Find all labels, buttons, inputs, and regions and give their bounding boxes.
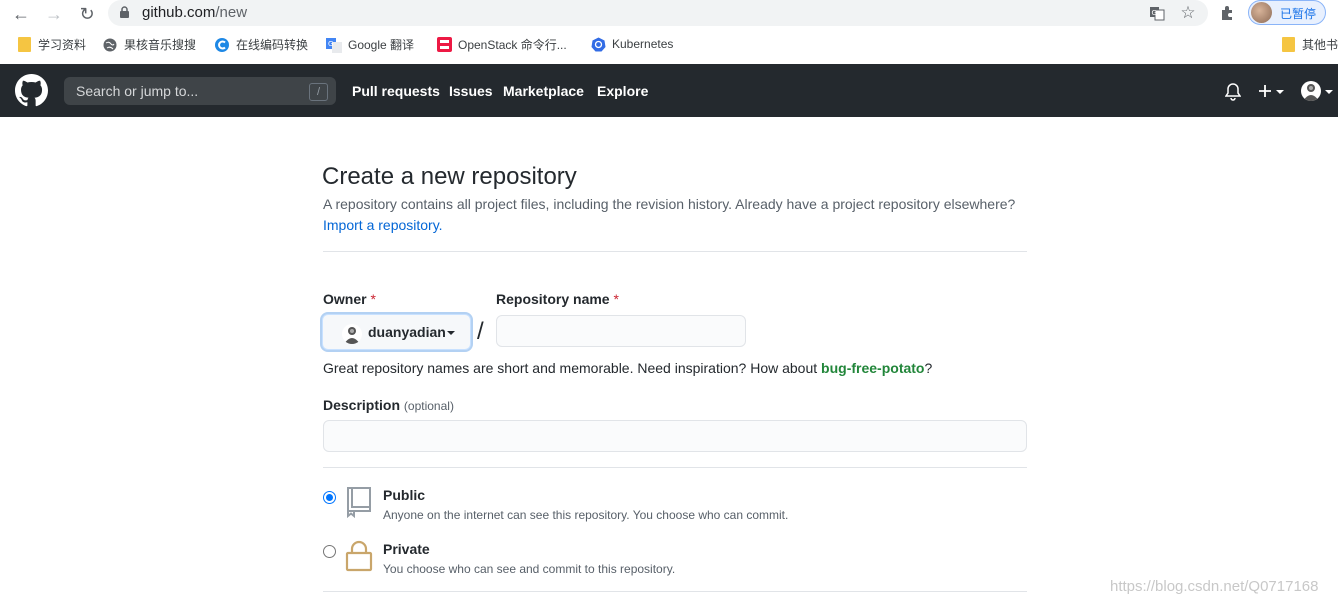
owner-label-text: Owner bbox=[323, 291, 367, 307]
owner-label: Owner * bbox=[323, 291, 376, 307]
hint-text: Great repository names are short and mem… bbox=[323, 360, 822, 376]
required-mark: * bbox=[370, 291, 376, 307]
github-octocat-logo-icon[interactable] bbox=[15, 74, 48, 107]
public-description: Anyone on the internet can see this repo… bbox=[383, 508, 789, 522]
url-host: github.com bbox=[142, 4, 216, 21]
google-translate-icon: G bbox=[326, 37, 342, 53]
profile-avatar bbox=[1251, 2, 1272, 23]
import-repository-link[interactable]: Import a repository. bbox=[323, 217, 443, 233]
bookmark-label: 果核音乐搜搜 bbox=[124, 38, 197, 52]
other-bookmarks[interactable]: 其他书 bbox=[1280, 36, 1338, 53]
chevron-down-icon bbox=[447, 331, 455, 335]
repository-name-input[interactable] bbox=[496, 315, 746, 347]
lock-icon bbox=[345, 540, 373, 572]
github-header: Search or jump to... / Pull requests Iss… bbox=[0, 64, 1338, 117]
divider bbox=[323, 467, 1027, 468]
divider bbox=[323, 591, 1027, 592]
bookmark-item[interactable]: OpenStack 命令行... bbox=[436, 36, 567, 53]
owner-select-button[interactable]: duanyadian bbox=[322, 314, 471, 350]
folder-icon bbox=[16, 37, 32, 53]
nav-pull-requests[interactable]: Pull requests bbox=[352, 83, 440, 99]
repo-book-icon bbox=[347, 487, 371, 518]
bookmark-star-icon[interactable]: ☆ bbox=[1179, 3, 1197, 22]
owner-repo-separator: / bbox=[477, 318, 484, 345]
description-input[interactable] bbox=[323, 420, 1027, 452]
chevron-down-icon bbox=[1276, 90, 1284, 94]
kubernetes-icon bbox=[590, 36, 606, 52]
globe-icon bbox=[102, 37, 118, 53]
bookmark-label: 在线编码转换 bbox=[236, 38, 309, 52]
description-label-text: Description bbox=[323, 397, 401, 413]
hint-suffix: ? bbox=[924, 360, 933, 376]
chevron-down-icon bbox=[1325, 90, 1333, 94]
bookmark-label: 学习资料 bbox=[38, 38, 87, 52]
public-radio[interactable] bbox=[323, 491, 336, 504]
user-avatar[interactable] bbox=[1301, 81, 1321, 101]
profile-status-label: 已暂停 bbox=[1280, 7, 1317, 21]
bookmark-item[interactable]: 果核音乐搜搜 bbox=[102, 36, 196, 53]
nav-marketplace[interactable]: Marketplace bbox=[503, 83, 584, 99]
url-text: github.com/new bbox=[142, 4, 247, 21]
repo-name-label: Repository name * bbox=[496, 291, 619, 307]
description-label: Description (optional) bbox=[323, 397, 454, 413]
extensions-puzzle-icon[interactable] bbox=[1219, 4, 1237, 22]
public-title: Public bbox=[383, 487, 426, 503]
lock-icon bbox=[120, 6, 129, 18]
bookmark-item[interactable]: 学习资料 bbox=[16, 36, 86, 53]
bookmark-label: OpenStack 命令行... bbox=[458, 38, 567, 52]
private-description: You choose who can see and commit to thi… bbox=[383, 562, 676, 576]
openstack-icon bbox=[436, 37, 452, 53]
translate-icon[interactable]: G bbox=[1148, 4, 1166, 22]
folder-icon bbox=[1280, 37, 1296, 53]
nav-explore[interactable]: Explore bbox=[597, 83, 648, 99]
browser-toolbar: ← → ↻ github.com/new G ☆ 已暂停 bbox=[0, 0, 1338, 27]
page-subtitle: A repository contains all project files,… bbox=[323, 196, 1016, 212]
optional-tag: (optional) bbox=[403, 399, 454, 413]
svg-text:G: G bbox=[328, 40, 333, 48]
repo-name-label-text: Repository name bbox=[496, 291, 610, 307]
bookmark-item[interactable]: G Google 翻译 bbox=[326, 36, 414, 53]
page-title: Create a new repository bbox=[322, 163, 577, 190]
bookmark-item[interactable]: 在线编码转换 bbox=[214, 36, 308, 53]
owner-avatar bbox=[342, 324, 362, 344]
create-new-plus-icon[interactable] bbox=[1258, 84, 1272, 98]
private-radio[interactable] bbox=[323, 545, 336, 558]
bookmark-label: Kubernetes bbox=[612, 37, 674, 51]
search-shortcut-key: / bbox=[309, 83, 328, 101]
search-placeholder: Search or jump to... bbox=[76, 83, 199, 99]
nav-issues[interactable]: Issues bbox=[449, 83, 493, 99]
bookmarks-bar: 学习资料 果核音乐搜搜 在线编码转换 G Google 翻译 OpenStack… bbox=[0, 32, 1338, 86]
global-search-input[interactable]: Search or jump to... / bbox=[64, 77, 336, 105]
name-suggestion[interactable]: bug-free-potato bbox=[821, 360, 924, 376]
back-arrow-icon[interactable]: ← bbox=[10, 3, 32, 25]
svg-text:G: G bbox=[1152, 9, 1157, 17]
url-path: /new bbox=[215, 4, 248, 21]
bookmark-label: Google 翻译 bbox=[348, 38, 415, 52]
other-bookmarks-label: 其他书 bbox=[1302, 38, 1338, 52]
reload-icon[interactable]: ↻ bbox=[76, 3, 98, 25]
profile-button[interactable]: 已暂停 bbox=[1248, 0, 1326, 25]
divider bbox=[323, 251, 1027, 252]
repo-name-hint: Great repository names are short and mem… bbox=[323, 360, 932, 376]
required-mark: * bbox=[613, 291, 619, 307]
watermark: https://blog.csdn.net/Q0717168 bbox=[1110, 578, 1319, 595]
notifications-bell-icon[interactable] bbox=[1225, 83, 1241, 101]
address-bar[interactable]: github.com/new G ☆ bbox=[108, 0, 1208, 26]
private-title: Private bbox=[383, 541, 430, 557]
owner-name: duanyadian bbox=[368, 324, 446, 340]
forward-arrow-icon[interactable]: → bbox=[43, 3, 65, 25]
c-logo-icon bbox=[214, 37, 230, 53]
bookmark-item[interactable]: Kubernetes bbox=[590, 36, 673, 52]
